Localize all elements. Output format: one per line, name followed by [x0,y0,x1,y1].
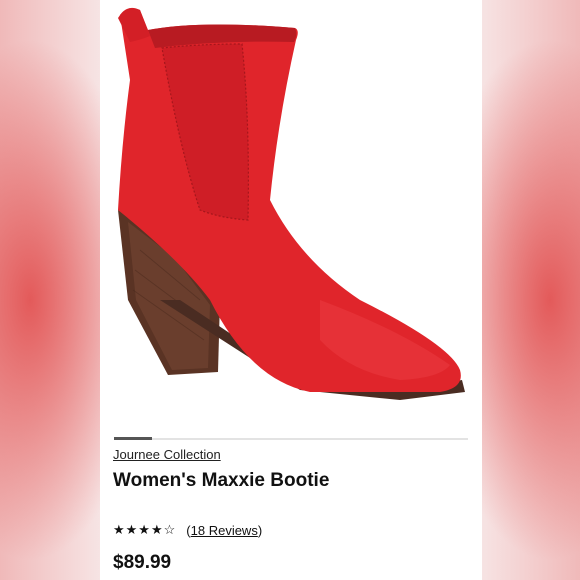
image-pager-indicator[interactable] [114,437,152,440]
star-icon: ★★★★☆ [113,522,177,537]
image-pager-track [114,438,468,440]
product-title: Women's Maxxie Bootie [113,470,330,491]
reviews-count: (18 Reviews) [186,523,262,538]
reviews-link[interactable]: 18 Reviews [191,523,258,538]
brand-link[interactable]: Journee Collection [113,447,221,462]
product-price: $89.99 [113,552,172,573]
product-image[interactable] [100,0,482,430]
product-card: Journee Collection Women's Maxxie Bootie… [100,0,482,580]
reviews-close-paren: ) [257,522,263,538]
rating-row: ★★★★☆ (18 Reviews) [113,522,262,538]
